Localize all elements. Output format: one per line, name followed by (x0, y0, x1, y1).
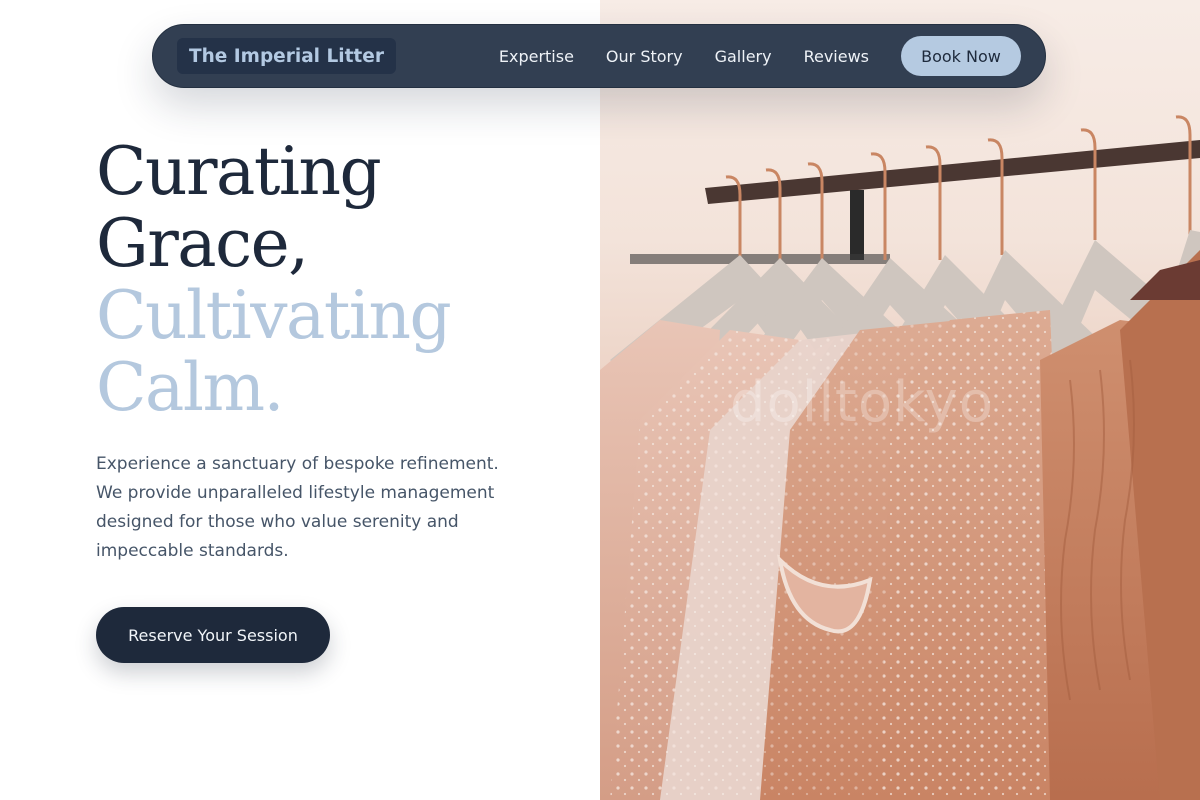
reserve-session-button[interactable]: Reserve Your Session (96, 607, 330, 663)
hero-garments-photo: dolltokyo (600, 0, 1200, 800)
hero-description: Experience a sanctuary of bespoke refine… (96, 454, 499, 561)
nav-links: Expertise Our Story Gallery Reviews (499, 47, 869, 66)
headline-line-3: Cultivating (96, 277, 452, 354)
nav-link-expertise[interactable]: Expertise (499, 47, 574, 66)
top-navbar: The Imperial Litter Expertise Our Story … (152, 24, 1046, 88)
nav-link-our-story[interactable]: Our Story (606, 47, 683, 66)
nav-link-gallery[interactable]: Gallery (715, 47, 772, 66)
book-now-button[interactable]: Book Now (901, 36, 1021, 76)
hero-headline: Curating Grace, Cultivating Calm. (96, 133, 452, 426)
headline-line-1: Curating (96, 133, 382, 210)
headline-line-2: Grace, (96, 205, 309, 282)
brand-logo[interactable]: The Imperial Litter (177, 38, 396, 74)
nav-link-reviews[interactable]: Reviews (804, 47, 869, 66)
headline-line-4: Calm. (96, 349, 285, 426)
image-watermark: dolltokyo (730, 370, 994, 435)
